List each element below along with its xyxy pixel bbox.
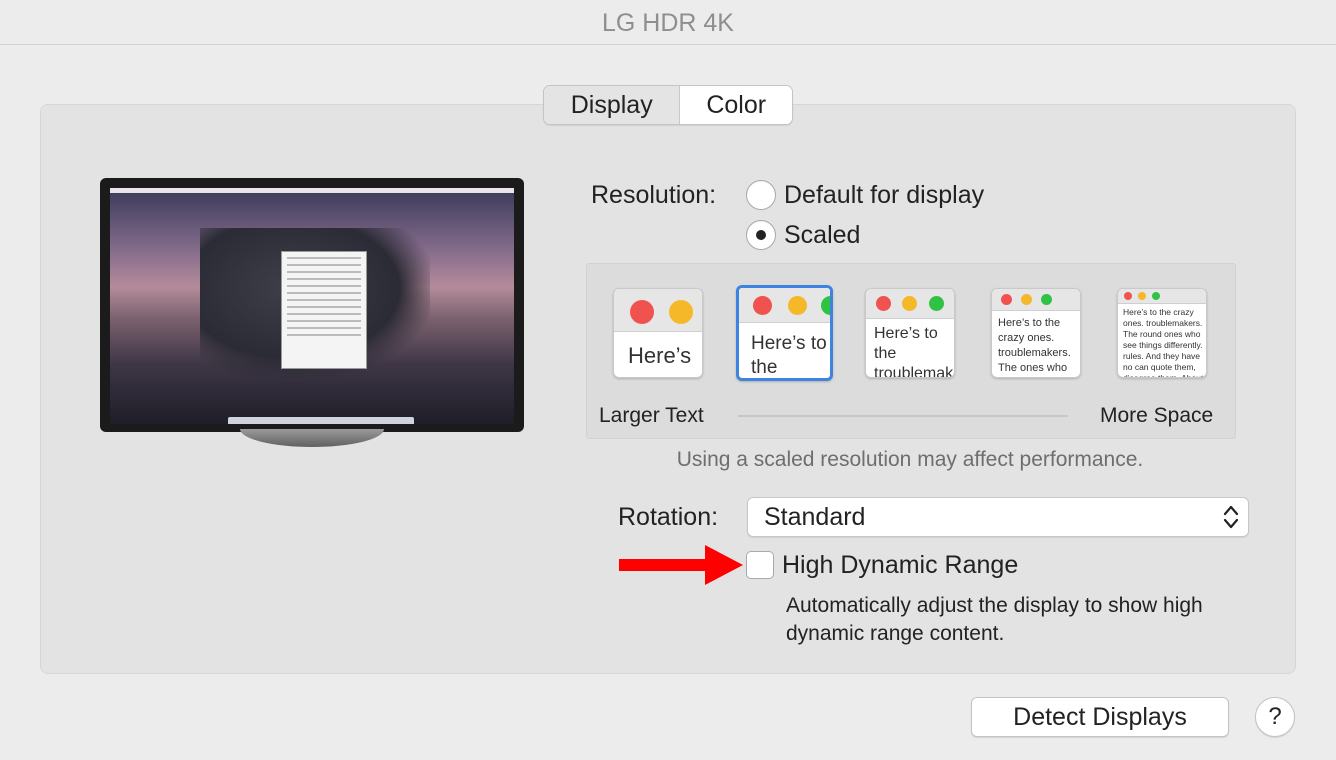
scale-option-1[interactable]: Here’s <box>613 288 703 378</box>
close-icon <box>753 296 772 315</box>
zoom-icon <box>929 296 944 311</box>
close-icon <box>630 300 654 324</box>
radio-selected-dot <box>756 230 766 240</box>
scale-preview-text: Here’s <box>628 343 692 368</box>
scale-option-2[interactable]: Here’s to the troublemakers <box>736 285 833 381</box>
minimize-icon <box>1021 294 1032 305</box>
preview-dock <box>228 417 414 424</box>
rotation-popup[interactable]: Standard <box>747 497 1249 537</box>
performance-note: Using a scaled resolution may affect per… <box>676 448 1144 471</box>
preview-menubar <box>110 188 514 193</box>
zoom-icon <box>1152 292 1160 300</box>
close-icon <box>1124 292 1132 300</box>
chevron-updown-icon <box>1223 505 1239 529</box>
radio-default-label[interactable]: Default for display <box>784 181 984 210</box>
help-button[interactable]: ? <box>1255 697 1295 737</box>
radio-scaled-label[interactable]: Scaled <box>784 221 860 250</box>
tab-display[interactable]: Display <box>544 86 681 124</box>
minimize-icon <box>788 296 807 315</box>
minimize-icon <box>669 300 693 324</box>
tab-color[interactable]: Color <box>680 86 792 124</box>
scale-preview-text: Here’s to the troublemakers <box>751 333 827 378</box>
minimize-icon <box>1138 292 1146 300</box>
tab-bar: Display Color <box>543 85 793 125</box>
slider-right-label: More Space <box>1100 404 1214 427</box>
resolution-label: Resolution: <box>591 181 717 209</box>
close-icon <box>876 296 891 311</box>
preview-document-window <box>281 251 367 369</box>
scale-preview-text: Here’s to the crazy ones. troublemakers.… <box>1123 307 1204 378</box>
display-screen <box>110 188 514 424</box>
scale-option-5[interactable]: Here’s to the crazy ones. troublemakers.… <box>1117 288 1207 378</box>
scale-option-4[interactable]: Here’s to the crazy ones. troublemakers.… <box>991 288 1081 378</box>
hdr-label[interactable]: High Dynamic Range <box>782 551 1018 580</box>
slider-left-label: Larger Text <box>599 404 704 427</box>
zoom-icon <box>1041 294 1052 305</box>
scale-slider-track <box>738 415 1068 417</box>
close-icon <box>1001 294 1012 305</box>
hdr-checkbox[interactable] <box>746 551 774 579</box>
red-arrow-annotation <box>619 545 743 585</box>
hdr-description: Automatically adjust the display to show… <box>786 594 1203 645</box>
detect-displays-button[interactable]: Detect Displays <box>971 697 1229 737</box>
display-preview-image <box>100 178 524 432</box>
radio-default-for-display[interactable] <box>746 180 776 210</box>
radio-scaled[interactable] <box>746 220 776 250</box>
scale-preview-text: Here’s to the crazy ones. troublemakers.… <box>998 317 1071 374</box>
rotation-value: Standard <box>764 503 866 531</box>
rotation-label: Rotation: <box>618 503 719 531</box>
scale-option-3[interactable]: Here’s to the troublemakers. ones who <box>865 288 955 378</box>
zoom-icon <box>821 296 830 315</box>
scale-preview-text: Here’s to the troublemakers. ones who <box>874 325 954 378</box>
minimize-icon <box>902 296 917 311</box>
window-title: LG HDR 4K <box>0 0 1336 45</box>
